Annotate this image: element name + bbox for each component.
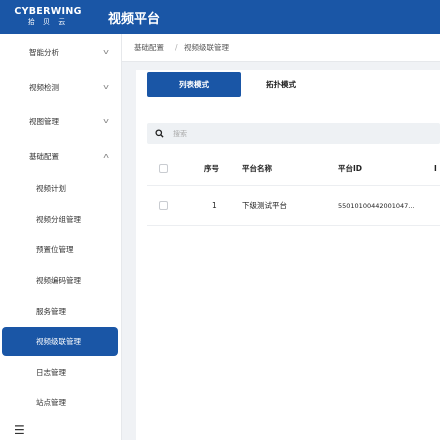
sidebar-item-label: 视频编码管理	[36, 275, 81, 285]
sidebar-item-label: 基础配置	[29, 151, 59, 161]
sidebar-item-video-plan[interactable]: 视频计划	[0, 176, 122, 200]
table-header: 序号 平台名称 平台ID I	[147, 152, 440, 186]
sidebar-item-label: 视频检测	[29, 82, 59, 92]
sidebar-item-log[interactable]: 日志管理	[0, 360, 122, 384]
sidebar-item-intelligent-analysis[interactable]: 智能分析 v	[0, 40, 122, 64]
select-all-cell[interactable]	[159, 152, 168, 185]
main-area: 基础配置 / 视频级联管理 列表模式 拓扑模式 序号 平台名称 平台ID I	[122, 34, 440, 440]
menu-collapse-icon[interactable]: ☰	[14, 424, 25, 436]
header-seq: 序号	[204, 164, 219, 173]
sidebar-item-video-encoding[interactable]: 视频编码管理	[0, 268, 122, 292]
top-bar: CYBERWING 拾 贝 云 视频平台	[0, 0, 440, 34]
logo-brand: CYBERWING	[14, 6, 82, 17]
sidebar-item-preset[interactable]: 预置位管理	[0, 237, 122, 261]
chevron-down-icon: v	[103, 48, 109, 56]
search-icon	[155, 129, 164, 138]
sidebar-item-site[interactable]: 站点管理	[0, 390, 122, 414]
sidebar-item-label: 日志管理	[36, 367, 66, 377]
row-checkbox[interactable]	[159, 201, 168, 210]
logo-subtitle: 拾 贝 云	[27, 18, 69, 26]
sidebar-item-label: 视图管理	[29, 116, 59, 126]
search-bar	[147, 123, 440, 144]
tab-topology-mode[interactable]: 拓扑模式	[241, 72, 321, 97]
sidebar-item-basic-config[interactable]: 基础配置 v	[0, 144, 122, 168]
sidebar-item-video-cascade[interactable]: 视频级联管理	[2, 327, 118, 356]
sidebar-item-view-management[interactable]: 视图管理 v	[0, 109, 122, 133]
row-seq: 1	[212, 201, 217, 210]
sidebar-item-label: 视频计划	[36, 183, 66, 193]
row-checkbox-cell[interactable]	[159, 186, 168, 225]
breadcrumb-current: 视频级联管理	[184, 43, 229, 52]
sidebar-item-video-detection[interactable]: 视频检测 v	[0, 75, 122, 99]
chevron-down-icon: v	[103, 117, 109, 125]
row-platform-name: 下级测试平台	[242, 201, 287, 210]
sidebar-item-label: 预置位管理	[36, 244, 74, 254]
breadcrumb-separator: /	[175, 43, 178, 52]
breadcrumb-item[interactable]: 基础配置	[134, 42, 164, 53]
app-title: 视频平台	[108, 11, 161, 27]
sidebar-item-label: 服务管理	[36, 306, 66, 316]
chevron-up-icon: v	[103, 152, 109, 160]
sidebar-item-label: 站点管理	[36, 397, 66, 407]
table-row[interactable]: 1 下级测试平台 55010100442001047...	[147, 186, 440, 226]
breadcrumb: 基础配置 / 视频级联管理	[122, 34, 440, 62]
search-input[interactable]	[173, 126, 423, 141]
logo[interactable]: CYBERWING 拾 贝 云	[0, 0, 96, 34]
select-all-checkbox[interactable]	[159, 164, 168, 173]
header-more: I	[434, 164, 437, 173]
sidebar-item-video-group[interactable]: 视频分组管理	[0, 207, 122, 231]
chevron-down-icon: v	[103, 83, 109, 91]
sidebar-item-service[interactable]: 服务管理	[0, 299, 122, 323]
header-platform-id: 平台ID	[338, 164, 363, 173]
row-platform-id: 55010100442001047...	[338, 201, 415, 210]
sidebar-item-label: 智能分析	[29, 47, 59, 57]
header-platform-name: 平台名称	[242, 164, 272, 173]
sidebar-item-label: 视频级联管理	[36, 337, 81, 346]
tab-list-mode[interactable]: 列表模式	[147, 72, 241, 97]
content-panel: 列表模式 拓扑模式 序号 平台名称 平台ID I	[136, 70, 440, 440]
sidebar: 智能分析 v 视频检测 v 视图管理 v 基础配置 v 视频计划 视频分组管理 …	[0, 34, 122, 440]
sidebar-item-label: 视频分组管理	[36, 214, 81, 224]
